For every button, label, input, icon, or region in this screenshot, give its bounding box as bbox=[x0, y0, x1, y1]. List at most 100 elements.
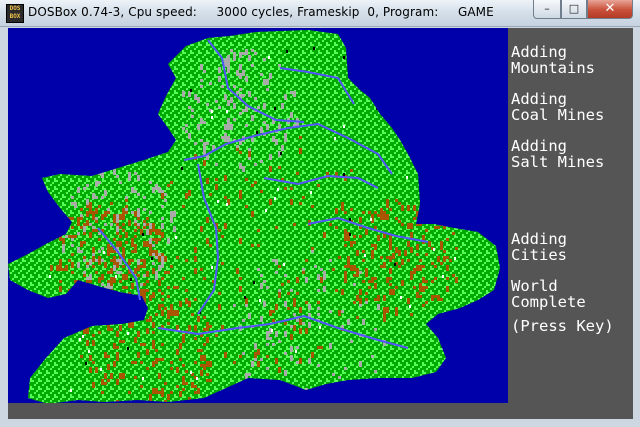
minimize-button[interactable]: – bbox=[533, 0, 561, 19]
hills-tile bbox=[110, 247, 113, 250]
hills-tile bbox=[287, 292, 290, 295]
hills-tile bbox=[374, 244, 377, 247]
game-screen[interactable]: Adding Mountains Adding Coal Mines Addin… bbox=[8, 28, 633, 419]
hills-tile bbox=[395, 307, 398, 310]
mountain-tile bbox=[242, 166, 245, 172]
hills-tile bbox=[299, 202, 302, 205]
hills-tile bbox=[92, 229, 95, 232]
hills-tile bbox=[359, 289, 362, 295]
hills-tile bbox=[59, 268, 62, 271]
hills-tile bbox=[218, 304, 221, 310]
hills-tile bbox=[104, 382, 107, 385]
hills-tile bbox=[398, 220, 401, 223]
hills-tile bbox=[203, 355, 206, 358]
hills-tile bbox=[113, 280, 116, 283]
mountain-tile bbox=[164, 193, 167, 196]
close-button[interactable]: ✕ bbox=[587, 0, 633, 19]
dosbox-icon[interactable]: DOS BOX bbox=[6, 4, 24, 23]
mountain-tile bbox=[263, 58, 266, 61]
hills-tile bbox=[161, 304, 164, 307]
mountain-tile bbox=[161, 223, 164, 229]
hills-tile bbox=[92, 259, 95, 262]
hills-tile bbox=[365, 298, 368, 301]
hills-tile bbox=[155, 349, 158, 352]
hills-tile bbox=[92, 265, 95, 268]
mountain-tile bbox=[266, 124, 269, 130]
hills-tile bbox=[272, 319, 275, 322]
hills-tile bbox=[251, 244, 254, 247]
hills-tile bbox=[146, 271, 149, 277]
hills-tile bbox=[434, 265, 437, 268]
hills-tile bbox=[275, 304, 278, 310]
hills-tile bbox=[122, 286, 125, 289]
city-marker bbox=[196, 377, 198, 380]
mountain-tile bbox=[281, 103, 284, 106]
mountain-tile bbox=[110, 286, 113, 289]
mountain-tile bbox=[167, 238, 170, 244]
mountain-tile bbox=[83, 271, 86, 274]
mountain-tile bbox=[104, 190, 107, 196]
mountain-tile bbox=[233, 118, 236, 121]
hills-tile bbox=[317, 346, 320, 349]
hills-tile bbox=[77, 217, 80, 223]
mountain-tile bbox=[65, 235, 68, 238]
hills-tile bbox=[428, 241, 431, 247]
hills-tile bbox=[431, 295, 434, 298]
city-marker bbox=[226, 110, 228, 113]
hills-tile bbox=[155, 250, 158, 253]
city-marker bbox=[226, 203, 228, 206]
hills-tile bbox=[431, 280, 434, 283]
hills-tile bbox=[107, 211, 110, 214]
city-marker bbox=[244, 296, 246, 299]
hills-tile bbox=[386, 199, 389, 205]
hills-tile bbox=[104, 262, 107, 268]
maximize-button[interactable]: □ bbox=[561, 0, 587, 19]
hills-tile bbox=[452, 232, 455, 235]
hills-tile bbox=[62, 238, 65, 244]
hills-tile bbox=[206, 322, 209, 328]
hills-tile bbox=[371, 256, 374, 259]
city-marker bbox=[211, 266, 213, 269]
mountain-tile bbox=[242, 70, 245, 76]
hills-tile bbox=[410, 247, 413, 253]
city-marker bbox=[286, 50, 288, 53]
hills-tile bbox=[134, 337, 137, 343]
hills-tile bbox=[56, 265, 59, 271]
mountain-tile bbox=[239, 88, 242, 91]
hills-tile bbox=[422, 286, 425, 292]
hills-tile bbox=[146, 319, 149, 322]
hills-tile bbox=[425, 286, 428, 289]
mountain-tile bbox=[152, 187, 155, 193]
mountain-tile bbox=[308, 322, 311, 328]
hills-tile bbox=[134, 361, 137, 364]
hills-tile bbox=[92, 361, 95, 364]
hills-tile bbox=[152, 343, 155, 349]
mountain-tile bbox=[143, 274, 146, 277]
hills-tile bbox=[269, 166, 272, 172]
mountain-tile bbox=[365, 301, 368, 304]
mountain-tile bbox=[254, 97, 257, 100]
mountain-tile bbox=[359, 271, 362, 274]
hills-tile bbox=[149, 250, 152, 256]
hills-tile bbox=[50, 265, 53, 271]
hills-tile bbox=[125, 199, 128, 202]
hills-tile bbox=[158, 373, 161, 379]
hills-tile bbox=[122, 229, 125, 232]
mountain-tile bbox=[149, 211, 152, 214]
hills-tile bbox=[158, 289, 161, 292]
hills-tile bbox=[140, 343, 143, 346]
mountain-tile bbox=[290, 91, 293, 94]
mountain-tile bbox=[188, 133, 191, 139]
hills-tile bbox=[377, 235, 380, 241]
city-marker bbox=[271, 329, 273, 332]
mountain-tile bbox=[272, 343, 275, 346]
hills-tile bbox=[149, 295, 152, 298]
hills-tile bbox=[275, 226, 278, 229]
hills-tile bbox=[170, 361, 173, 364]
mountain-tile bbox=[239, 64, 242, 70]
hills-tile bbox=[161, 343, 164, 346]
hills-tile bbox=[95, 367, 98, 373]
title-bar[interactable]: DOS BOX DOSBox 0.74-3, Cpu speed: 3000 cy… bbox=[0, 0, 640, 27]
mountain-tile bbox=[83, 226, 86, 232]
mountain-tile bbox=[140, 283, 143, 286]
